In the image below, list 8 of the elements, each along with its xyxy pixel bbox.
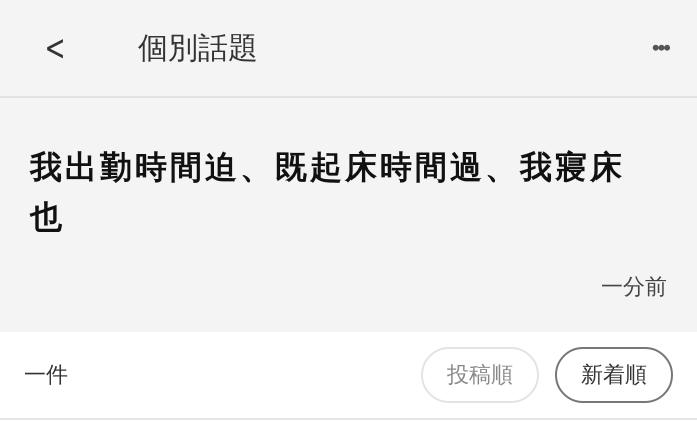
post-text: 我出勤時間迫、既起床時間過、我寢床也 [30,147,626,238]
back-button[interactable]: < [38,28,73,68]
sort-button[interactable]: 投稿順 [421,347,539,403]
reply-count: 一件 [24,362,68,390]
more-menu-button[interactable]: ••• [644,35,677,61]
post-time: 一分前 [601,274,667,302]
sort-button[interactable]: 新着順 [555,347,673,403]
page-title: 個別話題 [138,30,260,68]
